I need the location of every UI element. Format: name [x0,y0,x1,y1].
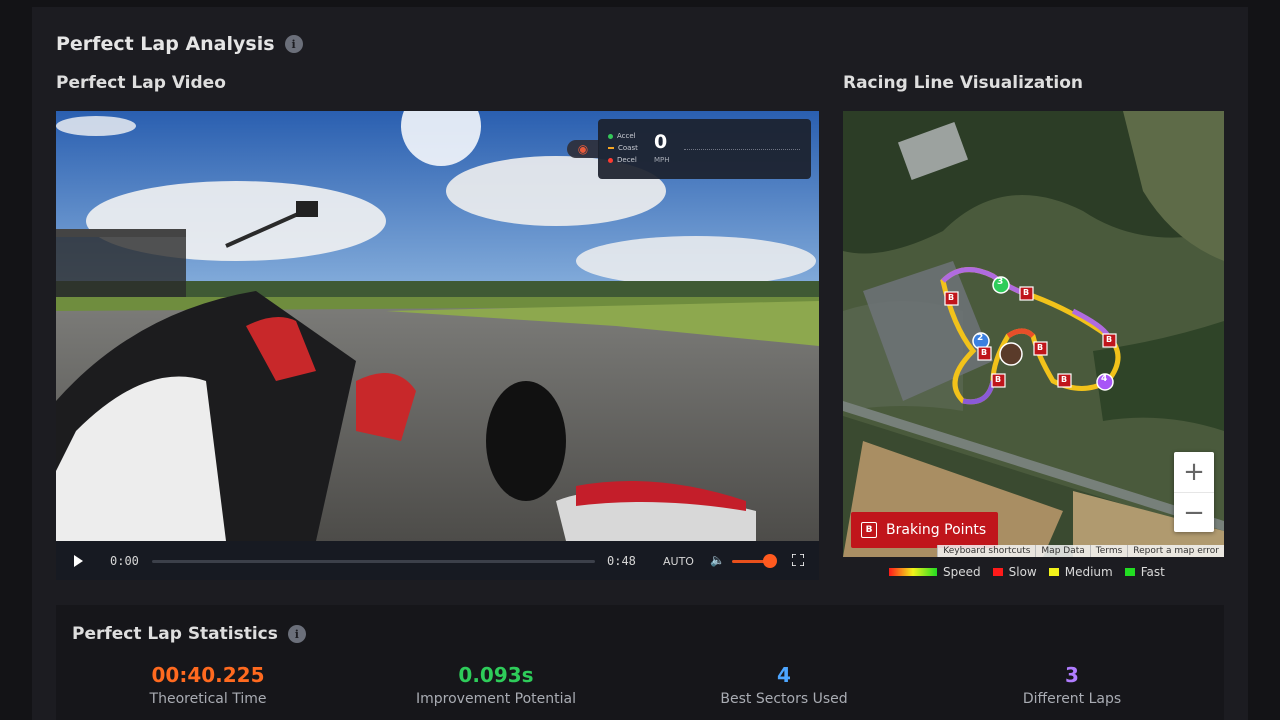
map-marker[interactable]: 4 [1101,374,1107,384]
map-section-title: Racing Line Visualization [843,73,1084,93]
decel-dot-icon [608,157,613,163]
slow-swatch [992,568,1003,576]
stat-value: 3 [1065,663,1079,687]
speed-legend: Speed Slow Medium Fast [889,565,1165,579]
fast-swatch [1124,568,1135,576]
legend-decel-label: Decel [617,156,637,164]
video-controls: 0:00 0:48 AUTO 🔈 [56,541,819,580]
coast-dash-icon [608,147,614,149]
zoom-out-button[interactable]: − [1174,493,1214,533]
volume-icon[interactable]: 🔈 [710,553,725,567]
brake-marker-label: B [1023,288,1030,297]
stat-label: Theoretical Time [149,691,267,707]
quality-selector[interactable]: AUTO [663,555,694,568]
stat-label: Improvement Potential [416,691,576,707]
page-title-text: Perfect Lap Analysis [56,33,275,55]
stat-theoretical-time: 00:40.225 Theoretical Time [88,663,328,707]
overlay-toggle-button[interactable]: ◉ [567,140,599,158]
brake-marker-label: B [995,375,1002,384]
brake-marker-label: B [1061,375,1068,384]
speed-trace [684,149,800,150]
speed-gradient-swatch [889,568,937,576]
accel-dot-icon [608,133,613,139]
map-data-link[interactable]: Map Data [1035,545,1090,557]
perfect-lap-panel: Perfect Lap Analysis i Perfect Lap Video… [32,7,1248,720]
zoom-in-button[interactable]: + [1174,452,1214,493]
telemetry-overlay: Accel Coast Decel 0 MPH [598,119,811,179]
zoom-controls: + − [1174,452,1214,532]
video-section-title: Perfect Lap Video [56,73,226,93]
keyboard-shortcuts-link[interactable]: Keyboard shortcuts [937,545,1036,557]
duration: 0:48 [607,554,636,568]
video-player[interactable]: ◉ Accel Coast Decel 0 MPH 0:00 0:48 AUTO… [56,111,819,580]
stat-improvement-potential: 0.093s Improvement Potential [376,663,616,707]
legend-decel: Decel [608,156,637,164]
legend-accel: Accel [608,132,636,140]
stat-different-laps: 3 Different Laps [952,663,1192,707]
map-attribution: Keyboard shortcuts Map Data Terms Report… [937,545,1224,557]
eye-icon: ◉ [577,142,589,156]
progress-bar[interactable] [152,560,595,563]
info-icon[interactable]: i [287,625,306,643]
brake-marker-label: B [948,293,955,302]
legend-coast: Coast [608,144,638,152]
brake-marker-label: B [1037,343,1044,352]
map-marker[interactable]: 2 [977,333,983,343]
speed-unit: MPH [654,156,670,164]
legend-coast-label: Coast [618,144,638,152]
statistics-title-text: Perfect Lap Statistics [72,624,278,644]
stat-best-sectors: 4 Best Sectors Used [664,663,904,707]
fullscreen-icon[interactable] [792,554,804,566]
volume-slider-handle[interactable] [763,554,777,568]
current-time: 0:00 [110,554,139,568]
stat-label: Different Laps [1022,691,1122,707]
stat-value: 00:40.225 [151,663,265,687]
statistics-panel: Perfect Lap Statistics i 00:40.225 Theor… [56,605,1224,720]
page-title: Perfect Lap Analysis i [56,33,303,55]
braking-points-label: Braking Points [886,522,987,538]
terms-link[interactable]: Terms [1089,545,1128,557]
report-map-error-link[interactable]: Report a map error [1127,545,1224,557]
brake-icon: B [861,522,877,538]
legend-accel-label: Accel [617,132,636,140]
legend-medium: Medium [1064,565,1113,579]
satellite-map [843,111,1224,557]
legend-slow: Slow [1008,565,1037,579]
statistics-title: Perfect Lap Statistics i [72,624,306,644]
stat-value: 0.093s [458,663,534,687]
play-icon[interactable] [74,555,83,567]
medium-swatch [1048,568,1059,576]
legend-speed: Speed [943,565,981,579]
brake-marker-label: B [981,348,988,357]
speed-value: 0 [654,131,668,153]
brake-marker-label: B [1106,335,1113,344]
legend-fast: Fast [1140,565,1165,579]
map-marker[interactable]: 3 [997,277,1003,287]
racing-line-map[interactable]: 3 2 4 B B B B B B B + − B Braking Points… [843,111,1224,557]
stat-value: 4 [777,663,791,687]
stat-label: Best Sectors Used [720,691,848,707]
braking-points-button[interactable]: B Braking Points [851,512,999,548]
info-icon[interactable]: i [284,35,303,53]
